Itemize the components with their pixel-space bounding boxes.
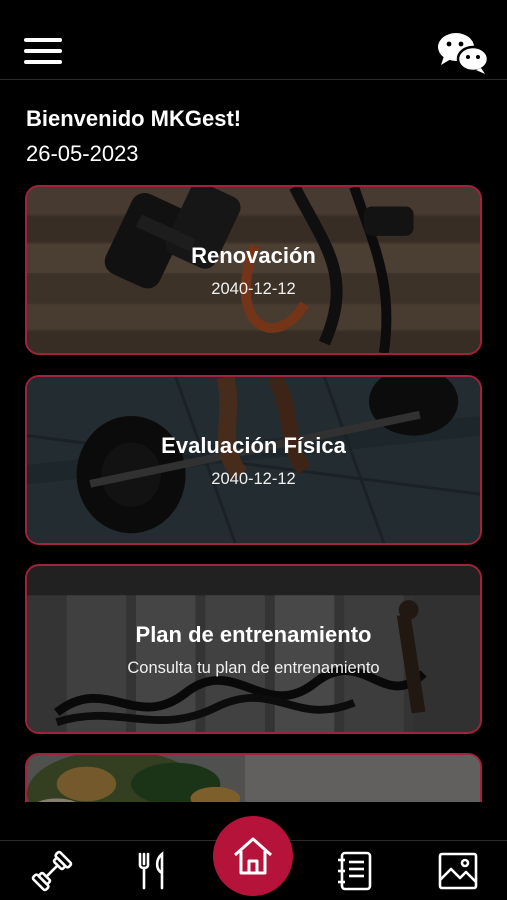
cards-list[interactable]: Renovación 2040-12-12 Evaluación Física … — [0, 80, 507, 802]
card-subtitle: 2040-12-12 — [211, 280, 296, 298]
renewal-card[interactable]: Renovación 2040-12-12 — [25, 185, 482, 355]
dumbbell-icon[interactable] — [30, 849, 74, 893]
notebook-icon[interactable] — [334, 849, 378, 893]
card-subtitle: 2040-12-12 — [211, 470, 296, 488]
chat-bubbles-icon[interactable] — [436, 30, 490, 74]
fork-knife-icon[interactable] — [131, 849, 175, 893]
training-plan-card[interactable]: Plan de entrenamiento Consulta tu plan d… — [25, 564, 482, 734]
home-icon — [234, 837, 272, 875]
card-subtitle: Consulta tu plan de entrenamiento — [127, 659, 380, 677]
hamburger-menu-icon[interactable] — [24, 38, 64, 66]
card-title: Evaluación Física — [161, 433, 346, 458]
nutrition-card[interactable] — [25, 753, 482, 802]
gallery-icon[interactable] — [436, 849, 480, 893]
physical-evaluation-card[interactable]: Evaluación Física 2040-12-12 — [25, 375, 482, 545]
card-title: Plan de entrenamiento — [135, 622, 372, 647]
top-bar — [0, 0, 507, 80]
card-title: Renovación — [191, 243, 316, 268]
home-button[interactable] — [213, 816, 293, 896]
